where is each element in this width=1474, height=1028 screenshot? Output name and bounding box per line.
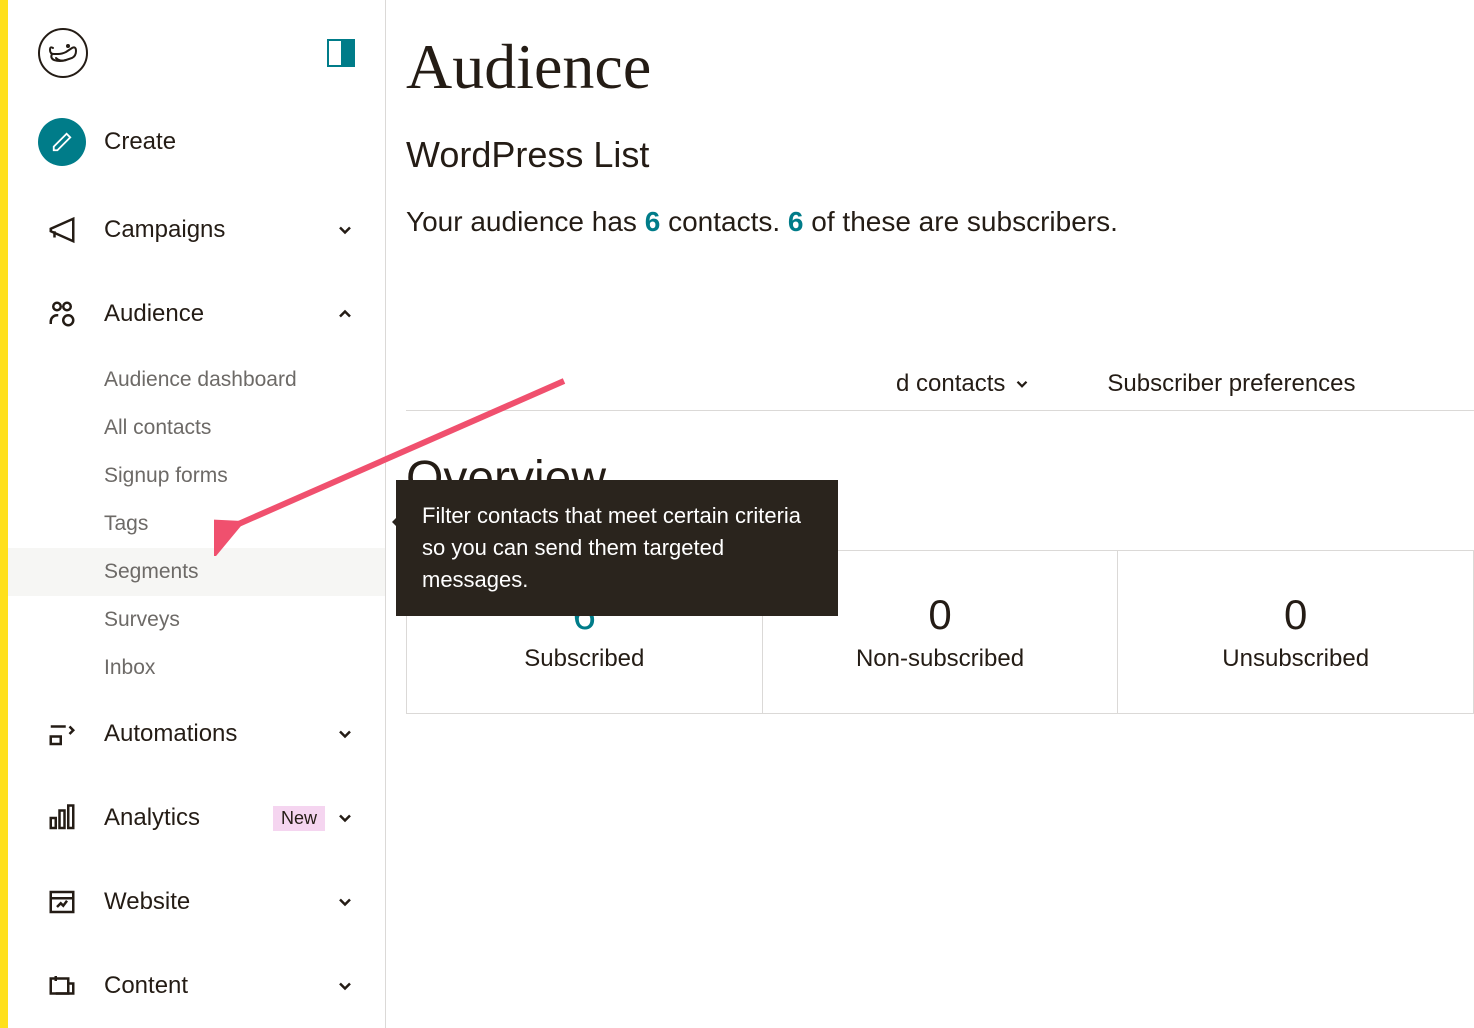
- sidebar-item-label: Campaigns: [104, 216, 335, 244]
- chevron-down-icon: [335, 808, 355, 828]
- content-icon: [38, 962, 86, 1010]
- sidebar-item-campaigns[interactable]: Campaigns: [8, 188, 385, 272]
- megaphone-icon: [38, 206, 86, 254]
- sidebar-item-label: Analytics New: [104, 804, 335, 832]
- sidebar-subitem-surveys[interactable]: Surveys: [104, 596, 385, 644]
- stat-label: Subscribed: [427, 645, 742, 673]
- sidebar-item-analytics[interactable]: Analytics New: [8, 776, 385, 860]
- chevron-up-icon: [335, 304, 355, 324]
- chevron-down-icon: [335, 220, 355, 240]
- mailchimp-logo-icon[interactable]: [38, 28, 88, 78]
- list-title: WordPress List: [406, 134, 1474, 176]
- sidebar-subitem-segments[interactable]: Segments: [8, 548, 385, 596]
- chevron-down-icon: [335, 976, 355, 996]
- theme-toggle-icon[interactable]: [327, 39, 355, 67]
- sidebar-item-label: Website: [104, 888, 335, 916]
- sidebar-subitem-inbox[interactable]: Inbox: [104, 644, 385, 692]
- tab-subscriber-preferences[interactable]: Subscriber preferences: [1069, 358, 1393, 410]
- chevron-down-icon: [335, 892, 355, 912]
- sidebar-item-label: Create: [104, 128, 355, 156]
- tabs-row: d contacts Subscriber preferences: [406, 358, 1474, 411]
- stat-number: 0: [1138, 591, 1453, 639]
- sidebar-item-content[interactable]: Content: [8, 944, 385, 1028]
- sidebar-item-audience[interactable]: Audience: [8, 272, 385, 356]
- yellow-accent-border: [0, 0, 8, 1028]
- chevron-down-icon: [335, 724, 355, 744]
- sidebar-subitem-all-contacts[interactable]: All contacts: [104, 404, 385, 452]
- sidebar-item-label: Content: [104, 972, 335, 1000]
- audience-icon: [38, 290, 86, 338]
- pencil-icon: [38, 118, 86, 166]
- logo-row: [8, 28, 385, 108]
- tab-add-contacts[interactable]: d contacts: [858, 358, 1069, 410]
- sidebar-item-create[interactable]: Create: [8, 108, 385, 188]
- sidebar-subitem-signup-forms[interactable]: Signup forms: [104, 452, 385, 500]
- sidebar-item-website[interactable]: Website: [8, 860, 385, 944]
- automations-icon: [38, 710, 86, 758]
- stat-label: Unsubscribed: [1138, 645, 1453, 673]
- badge-new: New: [273, 806, 325, 831]
- analytics-icon: [38, 794, 86, 842]
- contacts-count: 6: [645, 206, 661, 237]
- sidebar-item-label: Audience: [104, 300, 335, 328]
- chevron-down-icon: [1013, 375, 1031, 393]
- sidebar-item-label: Automations: [104, 720, 335, 748]
- sidebar-subitem-tags[interactable]: Tags: [104, 500, 385, 548]
- audience-summary: Your audience has 6 contacts. 6 of these…: [406, 206, 1474, 238]
- audience-subitems: Audience dashboard All contacts Signup f…: [8, 356, 385, 692]
- sidebar-item-automations[interactable]: Automations: [8, 692, 385, 776]
- sidebar: Create Campaigns Audience Audience das: [8, 0, 386, 1028]
- page-title: Audience: [406, 30, 1474, 104]
- app-root: Create Campaigns Audience Audience das: [0, 0, 1474, 1028]
- stat-card-unsubscribed[interactable]: 0 Unsubscribed: [1118, 551, 1474, 713]
- website-icon: [38, 878, 86, 926]
- stat-label: Non-subscribed: [783, 645, 1098, 673]
- subscribers-count: 6: [788, 206, 804, 237]
- segments-tooltip: Filter contacts that meet certain criter…: [396, 480, 838, 616]
- sidebar-subitem-audience-dashboard[interactable]: Audience dashboard: [104, 356, 385, 404]
